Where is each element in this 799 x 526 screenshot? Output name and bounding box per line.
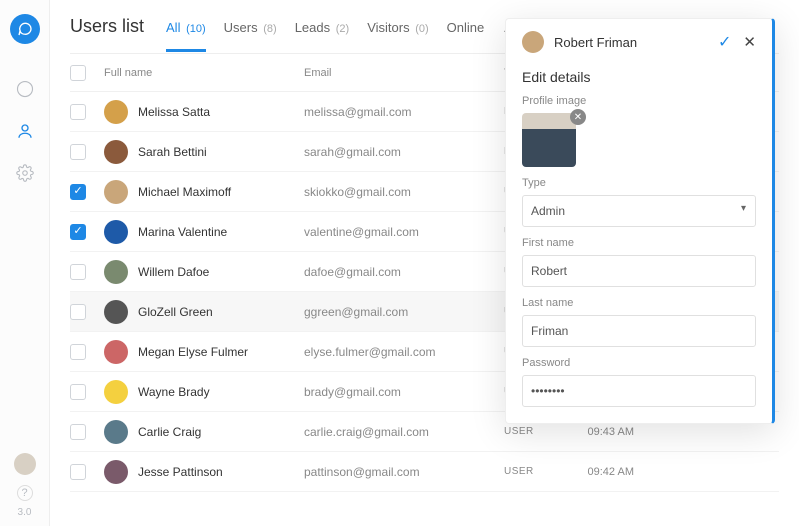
- user-avatar: [104, 260, 128, 284]
- col-email-header[interactable]: Email: [304, 67, 504, 79]
- tab-users[interactable]: Users (8): [224, 2, 277, 51]
- col-name-header[interactable]: Full name: [104, 67, 304, 79]
- profile-image-wrapper: ✕: [522, 113, 580, 167]
- tab-visitors[interactable]: Visitors (0): [367, 2, 428, 51]
- user-email: carlie.craig@gmail.com: [304, 425, 504, 439]
- tab-online[interactable]: Online: [447, 2, 487, 51]
- users-icon[interactable]: [14, 120, 36, 142]
- row-checkbox[interactable]: [70, 224, 86, 240]
- user-name: Jesse Pattinson: [138, 465, 223, 479]
- confirm-icon[interactable]: ✓: [718, 32, 731, 52]
- profile-image[interactable]: [522, 113, 576, 167]
- row-checkbox[interactable]: [70, 264, 86, 280]
- user-avatar: [104, 140, 128, 164]
- table-row[interactable]: Jesse Pattinson pattinson@gmail.comUSER09…: [70, 452, 779, 492]
- select-all-checkbox[interactable]: [70, 65, 86, 81]
- user-email: skiokko@gmail.com: [304, 185, 504, 199]
- user-name: GloZell Green: [138, 305, 213, 319]
- current-user-avatar[interactable]: [14, 453, 36, 475]
- user-name: Wayne Brady: [138, 385, 210, 399]
- gear-icon[interactable]: [14, 162, 36, 184]
- user-email: melissa@gmail.com: [304, 105, 504, 119]
- last-name-label: Last name: [522, 297, 756, 309]
- row-checkbox[interactable]: [70, 424, 86, 440]
- sidebar: ? 3.0: [0, 0, 50, 526]
- user-avatar: [104, 460, 128, 484]
- type-select[interactable]: Admin: [522, 195, 756, 227]
- user-avatar: [104, 340, 128, 364]
- user-name: Marina Valentine: [138, 225, 227, 239]
- remove-image-icon[interactable]: ✕: [570, 109, 586, 125]
- user-avatar: [104, 300, 128, 324]
- user-type: USER: [504, 466, 564, 477]
- user-email: dafoe@gmail.com: [304, 265, 504, 279]
- type-label: Type: [522, 177, 756, 189]
- user-email: ggreen@gmail.com: [304, 305, 504, 319]
- last-name-input[interactable]: [522, 315, 756, 347]
- close-icon[interactable]: ✕: [743, 33, 756, 51]
- row-checkbox[interactable]: [70, 464, 86, 480]
- panel-user-name: Robert Friman: [554, 35, 718, 50]
- user-avatar: [104, 420, 128, 444]
- user-name: Michael Maximoff: [138, 185, 231, 199]
- chat-icon[interactable]: [14, 78, 36, 100]
- user-email: elyse.fulmer@gmail.com: [304, 345, 504, 359]
- row-checkbox[interactable]: [70, 144, 86, 160]
- user-time: 09:42 AM: [564, 466, 634, 478]
- profile-image-label: Profile image: [522, 95, 756, 107]
- user-name: Willem Dafoe: [138, 265, 209, 279]
- version-label: 3.0: [18, 507, 32, 518]
- user-email: valentine@gmail.com: [304, 225, 504, 239]
- edit-panel: Robert Friman ✓ ✕ Edit details Profile i…: [505, 18, 775, 424]
- password-label: Password: [522, 357, 756, 369]
- user-avatar: [104, 180, 128, 204]
- tab-leads[interactable]: Leads (2): [295, 2, 350, 51]
- user-email: brady@gmail.com: [304, 385, 504, 399]
- page-title: Users list: [70, 16, 144, 37]
- user-time: 09:43 AM: [564, 426, 634, 438]
- row-checkbox[interactable]: [70, 344, 86, 360]
- help-icon[interactable]: ?: [17, 485, 33, 501]
- row-checkbox[interactable]: [70, 384, 86, 400]
- user-type: USER: [504, 426, 564, 437]
- app-logo[interactable]: [10, 14, 40, 44]
- user-name: Melissa Satta: [138, 105, 210, 119]
- user-name: Carlie Craig: [138, 425, 201, 439]
- first-name-label: First name: [522, 237, 756, 249]
- row-checkbox[interactable]: [70, 184, 86, 200]
- user-avatar: [104, 380, 128, 404]
- user-email: sarah@gmail.com: [304, 145, 504, 159]
- user-name: Sarah Bettini: [138, 145, 207, 159]
- user-email: pattinson@gmail.com: [304, 465, 504, 479]
- panel-avatar: [522, 31, 544, 53]
- row-checkbox[interactable]: [70, 104, 86, 120]
- first-name-input[interactable]: [522, 255, 756, 287]
- panel-header: Robert Friman ✓ ✕: [522, 19, 756, 65]
- user-avatar: [104, 220, 128, 244]
- user-name: Megan Elyse Fulmer: [138, 345, 248, 359]
- tab-all[interactable]: All (10): [166, 2, 206, 51]
- row-checkbox[interactable]: [70, 304, 86, 320]
- panel-heading: Edit details: [522, 69, 756, 85]
- user-avatar: [104, 100, 128, 124]
- password-input[interactable]: [522, 375, 756, 407]
